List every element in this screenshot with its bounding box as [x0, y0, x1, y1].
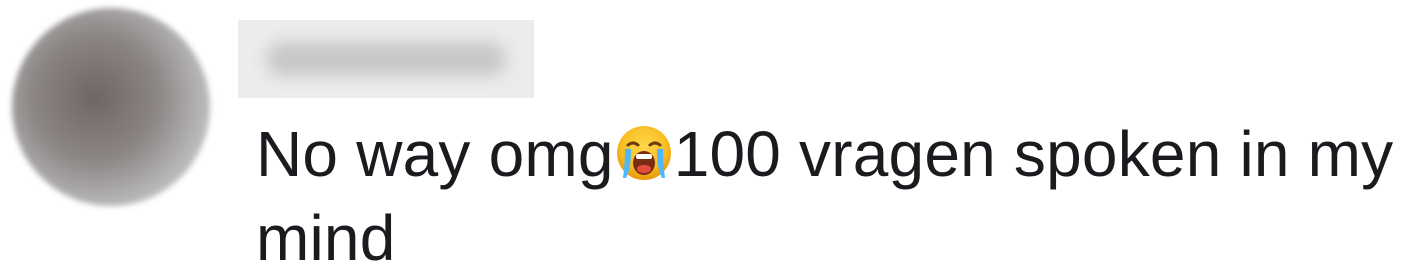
loudly-crying-face-icon — [615, 118, 673, 180]
comment-text-start: No way omg — [256, 118, 614, 190]
comment: No way omg 100 vragen spoken in my mind — [0, 0, 1424, 268]
comment-text-line1-rest: 100 vragen spoken in my — [673, 118, 1394, 190]
username-redacted — [238, 20, 534, 98]
comment-text-line2: mind — [256, 202, 396, 268]
username-blur-mark — [266, 42, 506, 76]
avatar[interactable] — [12, 8, 210, 206]
comment-text: No way omg 100 vragen spoken in my mind — [256, 112, 1416, 268]
